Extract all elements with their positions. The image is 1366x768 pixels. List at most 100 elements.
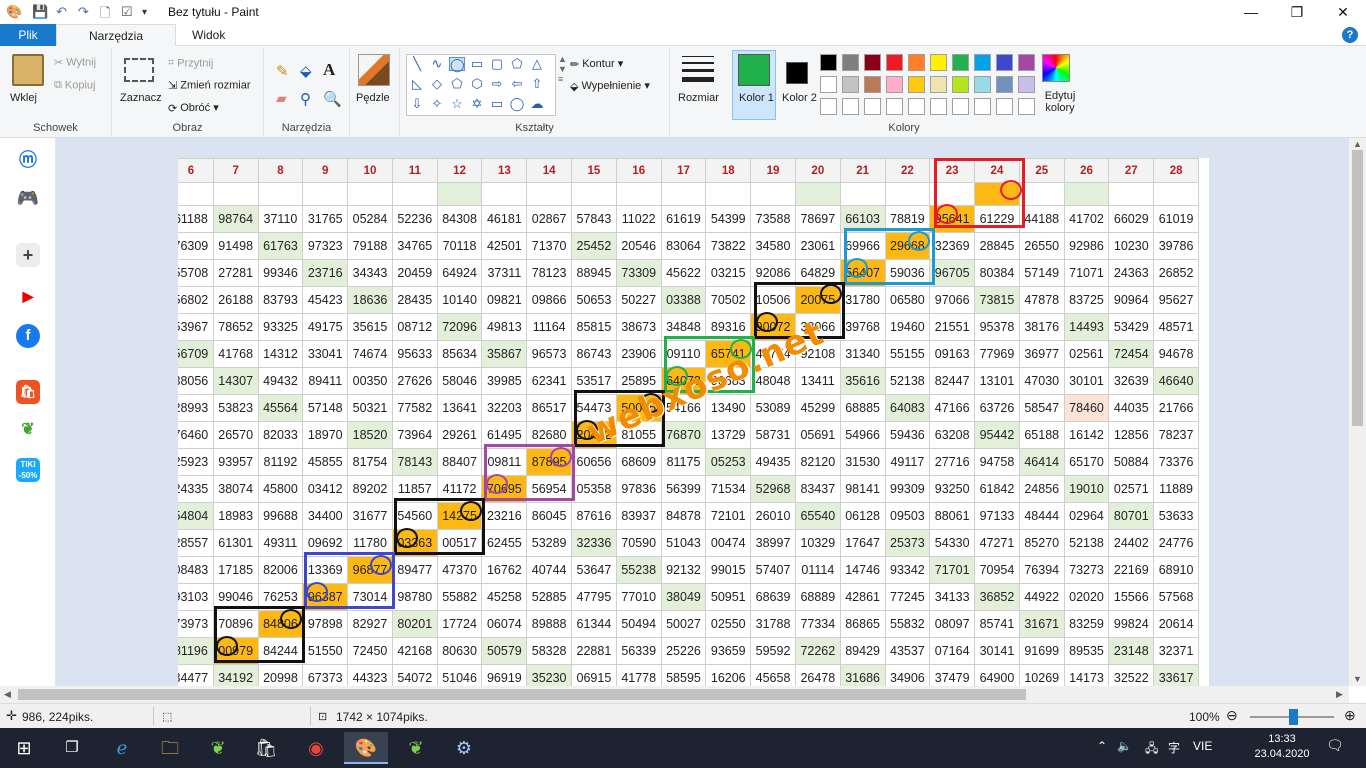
fill-button[interactable]: ⬙ Wypełnienie ▾ [570,79,650,93]
custom-color-slot[interactable] [974,98,991,115]
custom-color-slot[interactable] [996,98,1013,115]
zoom-out-icon[interactable]: ⊖ [1226,707,1238,724]
palette-color-swatch[interactable] [952,76,969,93]
palette-color-swatch[interactable] [886,76,903,93]
cloud-shape-icon[interactable]: ☁ [529,97,545,111]
shop-icon[interactable]: 🛍 [16,380,40,404]
paste-icon[interactable] [12,54,44,86]
star6-shape-icon[interactable]: ✡ [469,97,485,111]
arrow-left-shape-icon[interactable]: ⇦ [509,77,525,91]
scroll-down-icon[interactable]: ▼ [1353,674,1362,684]
callout-rect-shape-icon[interactable]: ▭ [489,97,505,111]
rectangle-shape-icon[interactable]: ▭ [469,57,485,71]
cut-button[interactable]: ✂ Wytnij [54,56,96,69]
color2-swatch[interactable] [786,62,808,84]
fill-icon[interactable]: ⬙ [300,62,312,80]
pentagon-shape-icon[interactable]: ⬠ [449,77,465,91]
task-view-icon[interactable]: ❐ [50,732,94,764]
tiki-icon[interactable]: TIKI -50% [16,458,40,482]
star5-shape-icon[interactable]: ☆ [449,97,465,111]
custom-color-slot[interactable] [842,98,859,115]
diamond-shape-icon[interactable]: ◇ [429,77,445,91]
size-button[interactable]: Rozmiar [678,92,719,104]
palette-color-swatch[interactable] [820,54,837,71]
games-icon[interactable]: 🎮 [16,186,40,210]
palette-color-swatch[interactable] [996,54,1013,71]
oval-shape-icon[interactable]: ◯ [449,57,465,72]
tab-home[interactable]: Narzędzia główne [56,24,176,65]
messenger-icon[interactable]: ⓜ [16,148,40,172]
copy-button[interactable]: ⧉ Kopiuj [54,79,95,92]
keyboard-language[interactable]: VIE [1193,739,1212,753]
scroll-up-icon[interactable]: ▲ [1353,139,1362,149]
rounded-rect-shape-icon[interactable]: ▢ [489,57,505,71]
store-icon[interactable]: 🛍 [244,732,288,764]
palette-color-swatch[interactable] [930,54,947,71]
palette-color-swatch[interactable] [1018,76,1035,93]
vertical-scroll-thumb[interactable] [1352,150,1363,426]
brush-icon[interactable] [358,54,390,86]
tab-view[interactable]: Widok [180,24,237,46]
file-explorer-icon[interactable]: 🗀 [148,732,192,764]
coc-coc-2-icon[interactable]: ❦ [394,732,438,764]
text-icon[interactable]: A [323,60,335,80]
star4-shape-icon[interactable]: ✧ [429,97,445,111]
scroll-left-icon[interactable]: ◀ [4,689,11,700]
paint-app-icon[interactable]: 🎨 [6,4,22,20]
custom-color-slot[interactable] [1018,98,1035,115]
paste-button[interactable]: Wklej [10,92,37,104]
volume-icon[interactable]: 🔈 [1117,739,1132,753]
palette-color-swatch[interactable] [864,54,881,71]
color1-swatch[interactable] [738,54,770,86]
custom-color-slot[interactable] [952,98,969,115]
rotate-button[interactable]: ⟳ Obróć ▾ [168,101,219,115]
palette-color-swatch[interactable] [1018,54,1035,71]
custom-color-slot[interactable] [930,98,947,115]
size-icon[interactable] [682,56,714,82]
select-icon[interactable] [124,58,154,82]
outline-button[interactable]: ✏ Kontur ▾ [570,57,623,71]
notifications-icon[interactable]: 🗨 [1326,737,1344,754]
triangle-shape-icon[interactable]: △ [529,57,545,71]
custom-color-slot[interactable] [820,98,837,115]
new-file-icon[interactable]: 🗋 [100,4,110,26]
custom-color-slot[interactable] [886,98,903,115]
right-triangle-shape-icon[interactable]: ◺ [409,77,425,91]
arrow-up-shape-icon[interactable]: ⇧ [529,77,545,91]
network-app-icon[interactable]: ⚙ [442,732,486,764]
palette-color-swatch[interactable] [864,76,881,93]
redo-icon[interactable]: ↷ [78,4,89,20]
canvas-image[interactable]: 6 7 8 9 10 11 12 13 14 15 16 17 18 19 20 21 22 23 24 25 26 27… [178,158,1209,686]
youtube-icon[interactable]: ▶ [16,284,40,308]
custom-color-slot[interactable] [864,98,881,115]
palette-color-swatch[interactable] [908,76,925,93]
custom-color-slot[interactable] [908,98,925,115]
palette-color-swatch[interactable] [952,54,969,71]
close-button[interactable]: ✕ [1320,0,1366,24]
customize-qa-chevron-icon[interactable]: ▾ [142,7,147,18]
arrow-right-shape-icon[interactable]: ⇨ [489,77,505,91]
palette-color-swatch[interactable] [974,54,991,71]
maximize-button[interactable]: ❐ [1274,0,1320,24]
start-icon[interactable]: ⊞ [2,732,46,764]
properties-icon[interactable]: ☑ [121,4,133,20]
leaf-icon[interactable]: ❦ [16,418,40,442]
edit-colors-button[interactable]: Edytuj kolory [1038,90,1082,114]
scroll-right-icon[interactable]: ▶ [1336,689,1343,700]
palette-color-swatch[interactable] [842,54,859,71]
curve-shape-icon[interactable]: ∿ [429,57,445,71]
brushes-button[interactable]: Pędzle [356,92,390,104]
coc-coc-icon[interactable]: ❦ [196,732,240,764]
hexagon-shape-icon[interactable]: ⬡ [469,77,485,91]
callout-oval-shape-icon[interactable]: ◯ [509,97,525,111]
crop-button[interactable]: ⌗ Przytnij [168,57,213,70]
help-icon[interactable]: ? [1342,27,1358,43]
horizontal-scrollbar[interactable]: ◀ ▶ [0,686,1349,703]
undo-icon[interactable]: ↶ [56,4,67,20]
resize-button[interactable]: ⇲ Zmień rozmiar [168,79,251,92]
tray-chevron-icon[interactable]: ⌃ [1097,739,1107,753]
palette-color-swatch[interactable] [820,76,837,93]
gallery-scroll-icon[interactable]: ▲ ▼ ≡ [558,54,567,84]
eraser-icon[interactable]: ▰ [276,90,287,107]
ime-icon[interactable]: 字 [1168,739,1180,756]
